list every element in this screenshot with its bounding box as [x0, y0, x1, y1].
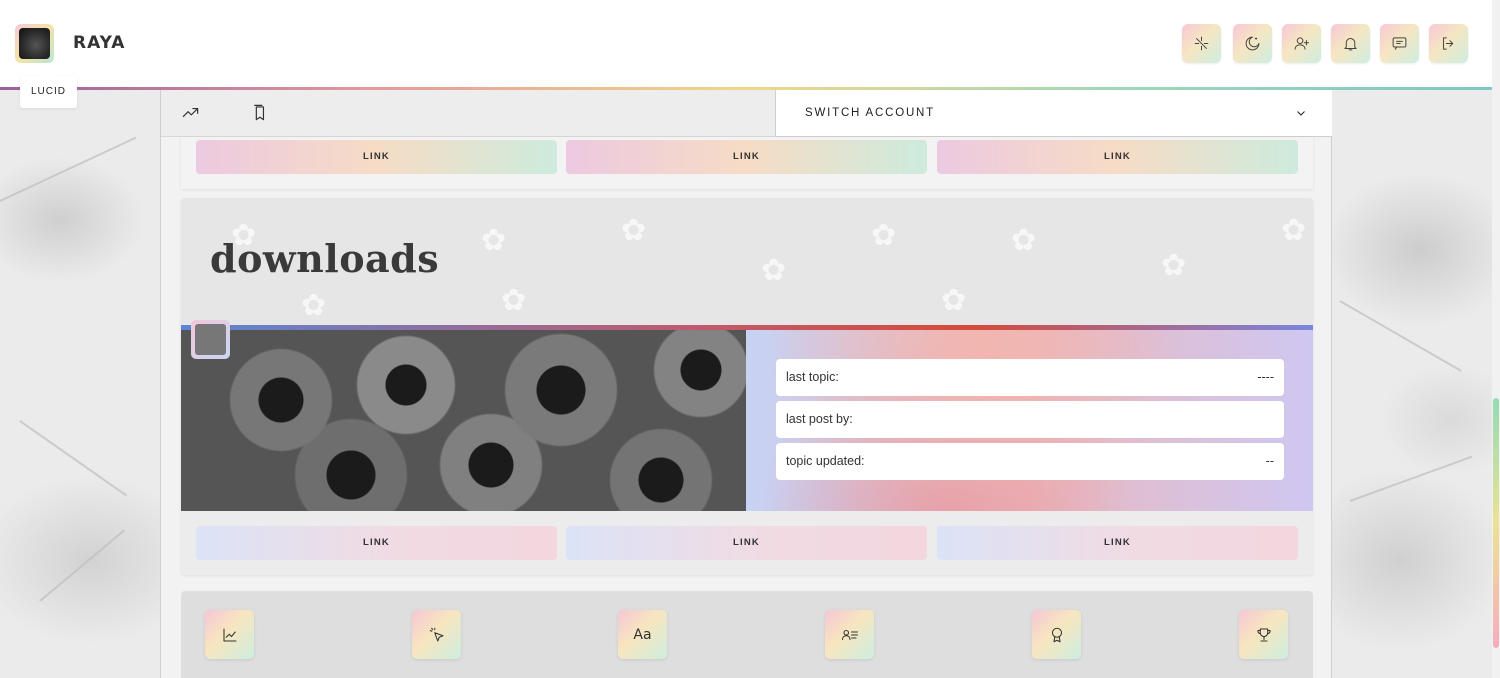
- top-link-2[interactable]: LINK: [566, 140, 927, 174]
- chevron-down-icon: [1297, 111, 1305, 116]
- header-button-logout[interactable]: [1429, 24, 1468, 63]
- bottom-icon-panel: Aa: [181, 591, 1313, 678]
- forum-stats: last topic: ---- last post by: topic upd…: [746, 330, 1313, 511]
- username: RAYA: [73, 33, 126, 53]
- award-button[interactable]: [1032, 610, 1081, 659]
- last-poster-avatar[interactable]: [191, 320, 230, 359]
- trophy-icon: [1256, 627, 1271, 642]
- switch-account-label: SWITCH ACCOUNT: [805, 107, 935, 119]
- forum-card-downloads: ✿ ✿ ✿ ✿ ✿ ✿ ✿ ✿ ✿ ✿ ✿ downloads last top…: [181, 198, 1313, 575]
- user-avatar[interactable]: [15, 24, 54, 63]
- header-button-sparkle[interactable]: [1182, 24, 1221, 63]
- member-list-icon: [841, 629, 858, 640]
- pointer-click-icon: [429, 627, 444, 642]
- user-plus-icon: [1294, 37, 1310, 50]
- text-size-button[interactable]: Aa: [618, 610, 667, 659]
- bookmarks-icon[interactable]: [250, 103, 269, 122]
- award-icon: [1051, 627, 1062, 642]
- chart-line-icon: [222, 627, 237, 642]
- trophy-button[interactable]: [1239, 610, 1288, 659]
- header-button-notifications[interactable]: [1331, 24, 1370, 63]
- switch-account-dropdown[interactable]: SWITCH ACCOUNT: [775, 90, 1332, 137]
- stat-last-topic: last topic: ----: [776, 359, 1284, 396]
- logout-icon: [1443, 37, 1454, 50]
- bell-icon: [1344, 38, 1357, 51]
- header-button-add-user[interactable]: [1282, 24, 1321, 63]
- stat-topic-updated: topic updated: --: [776, 443, 1284, 480]
- stat-last-post-by: last post by:: [776, 401, 1284, 438]
- text-size-icon: Aa: [633, 626, 652, 643]
- top-link-1[interactable]: LINK: [196, 140, 557, 174]
- member-list-button[interactable]: [825, 610, 874, 659]
- page-scrollbar[interactable]: [1492, 0, 1500, 678]
- trending-up-icon[interactable]: [181, 103, 200, 122]
- forum-image: [181, 330, 746, 511]
- moon-stars-icon: [1245, 36, 1260, 51]
- top-link-3[interactable]: LINK: [937, 140, 1298, 174]
- pointer-button[interactable]: [412, 610, 461, 659]
- top-header: RAYA: [0, 0, 1492, 90]
- forum-header: ✿ ✿ ✿ ✿ ✿ ✿ ✿ ✿ ✿ ✿ ✿ downloads: [181, 198, 1313, 326]
- forum-link-1[interactable]: LINK: [196, 526, 557, 560]
- forum-title[interactable]: downloads: [210, 236, 439, 281]
- header-button-theme[interactable]: [1233, 24, 1272, 63]
- header-button-messages[interactable]: [1380, 24, 1419, 63]
- top-links-panel: LINK LINK LINK: [181, 137, 1313, 189]
- message-icon: [1392, 37, 1407, 50]
- forum-link-3[interactable]: LINK: [937, 526, 1298, 560]
- forum-link-2[interactable]: LINK: [566, 526, 927, 560]
- last-topic-value[interactable]: ----: [1257, 359, 1274, 396]
- sub-navigation: [161, 90, 775, 137]
- stats-button[interactable]: [205, 610, 254, 659]
- main-column: SWITCH ACCOUNT LINK LINK LINK ✿ ✿ ✿ ✿ ✿ …: [160, 90, 1332, 678]
- sparkle-off-icon: [1194, 36, 1209, 51]
- avatar-tooltip: LUCID: [20, 70, 77, 108]
